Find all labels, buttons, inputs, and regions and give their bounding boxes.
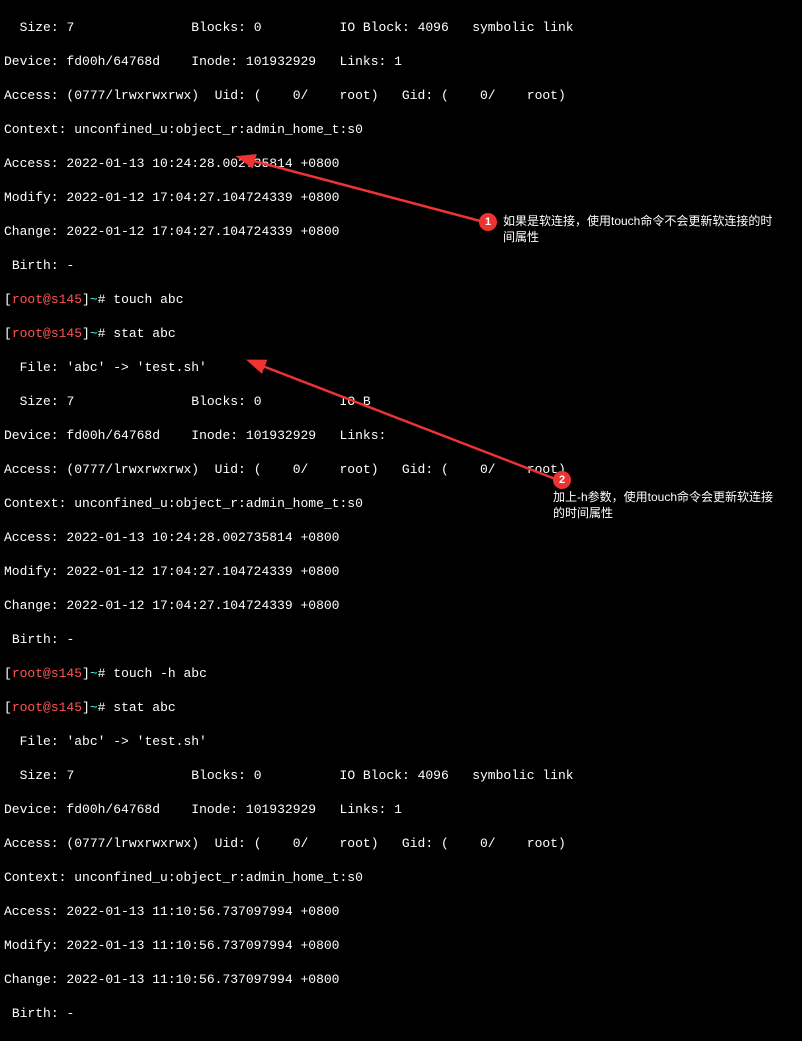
stat-line: Access: 2022-01-13 10:24:28.002735814 +0… (4, 155, 798, 172)
stat-line: File: 'abc' -> 'test.sh' (4, 359, 798, 376)
stat-line: Size: 7 Blocks: 0 IO Block: 4096 symboli… (4, 19, 798, 36)
prompt-line: [root@s145]~# stat abc (4, 325, 798, 342)
stat-line: Device: fd00h/64768d Inode: 101932929 Li… (4, 427, 798, 444)
stat-line: Change: 2022-01-13 11:10:56.737097994 +0… (4, 971, 798, 988)
stat-line: Modify: 2022-01-12 17:04:27.104724339 +0… (4, 189, 798, 206)
stat-line: Birth: - (4, 1005, 798, 1022)
stat-line: Birth: - (4, 631, 798, 648)
stat-line: Modify: 2022-01-12 17:04:27.104724339 +0… (4, 563, 798, 580)
stat-line: Device: fd00h/64768d Inode: 101932929 Li… (4, 801, 798, 818)
command-text: stat abc (113, 700, 175, 715)
annotation-badge-2: 2 (553, 471, 571, 489)
command-text: touch abc (113, 292, 183, 307)
annotation-badge-1: 1 (479, 213, 497, 231)
stat-line: Size: 7 Blocks: 0 IO B (4, 393, 798, 410)
stat-line: Change: 2022-01-12 17:04:27.104724339 +0… (4, 597, 798, 614)
command-text: stat abc (113, 326, 175, 341)
annotation-text-2: 加上-h参数，使用touch命令会更新软连接的时间属性 (553, 489, 783, 521)
prompt-line: [root@s145]~# touch -h abc (4, 665, 798, 682)
prompt-line: [root@s145]~# touch abc (4, 291, 798, 308)
stat-line: Modify: 2022-01-13 11:10:56.737097994 +0… (4, 937, 798, 954)
stat-line: Context: unconfined_u:object_r:admin_hom… (4, 869, 798, 886)
stat-line: Context: unconfined_u:object_r:admin_hom… (4, 121, 798, 138)
stat-line: Access: 2022-01-13 11:10:56.737097994 +0… (4, 903, 798, 920)
stat-line: File: 'abc' -> 'test.sh' (4, 733, 798, 750)
annotation-2: 2加上-h参数，使用touch命令会更新软连接的时间属性 (553, 471, 802, 521)
annotation-1: 1 如果是软连接，使用touch命令不会更新软连接的时间属性 (479, 213, 783, 245)
stat-line: Birth: - (4, 257, 798, 274)
stat-line: Device: fd00h/64768d Inode: 101932929 Li… (4, 53, 798, 70)
stat-line: Size: 7 Blocks: 0 IO Block: 4096 symboli… (4, 767, 798, 784)
command-text: touch -h abc (113, 666, 207, 681)
stat-line: Access: (0777/lrwxrwxrwx) Uid: ( 0/ root… (4, 87, 798, 104)
stat-line: Access: 2022-01-13 10:24:28.002735814 +0… (4, 529, 798, 546)
prompt-line: [root@s145]~# stat abc (4, 699, 798, 716)
annotation-text-1: 如果是软连接，使用touch命令不会更新软连接的时间属性 (503, 213, 783, 245)
stat-line: Access: (0777/lrwxrwxrwx) Uid: ( 0/ root… (4, 835, 798, 852)
